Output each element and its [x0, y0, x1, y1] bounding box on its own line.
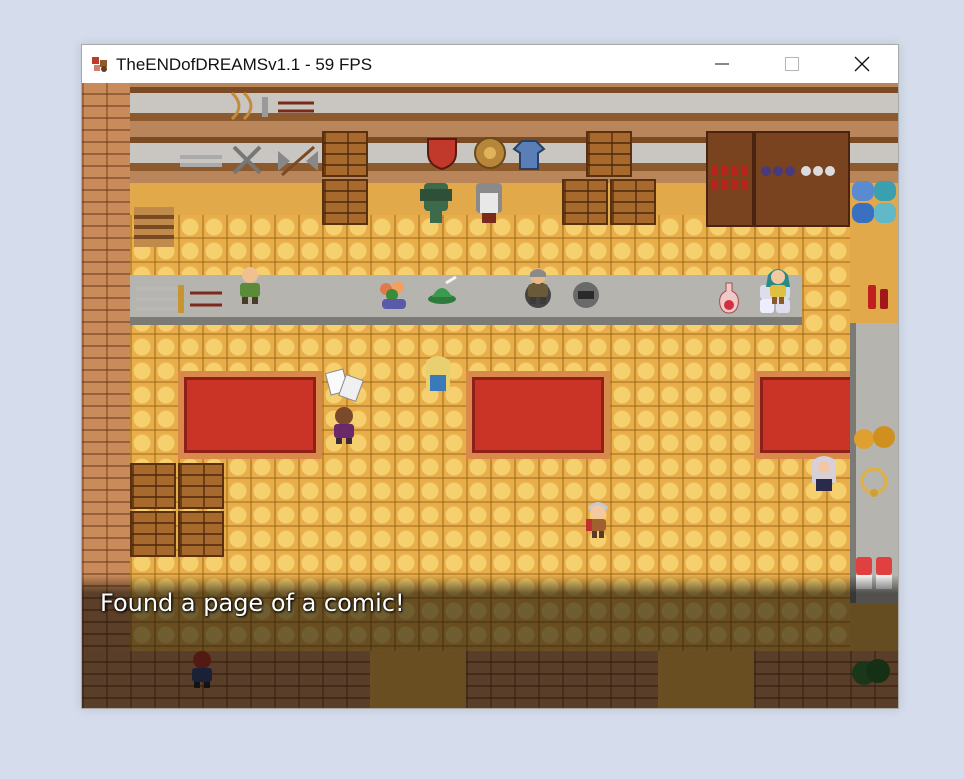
- silver-hair-merchant-sprite[interactable]: [808, 453, 840, 493]
- wooden-crate: [562, 179, 608, 225]
- sword-axe-rack-icon: [180, 145, 318, 177]
- wooden-crate: [322, 179, 368, 225]
- wooden-crate: [610, 179, 656, 225]
- title-bar[interactable]: TheENDofDREAMSv1.1 - 59 FPS: [82, 45, 898, 83]
- game-window: TheENDofDREAMSv1.1 - 59 FPS Found a page…: [81, 44, 899, 709]
- old-armorer-sprite[interactable]: [522, 265, 554, 305]
- wooden-crate: [322, 131, 368, 177]
- wooden-crate: [586, 131, 632, 177]
- maximize-icon: [785, 57, 799, 71]
- brown-hair-customer-sprite[interactable]: [328, 405, 360, 445]
- window-title: TheENDofDREAMSv1.1 - 59 FPS: [116, 55, 373, 74]
- message-text: Found a page of a comic!: [100, 589, 405, 617]
- comic-page-item[interactable]: [324, 367, 368, 405]
- wooden-crate: [130, 511, 176, 557]
- close-icon: [854, 56, 870, 72]
- message-window[interactable]: Found a page of a comic!: [82, 575, 898, 708]
- close-button[interactable]: [828, 45, 896, 83]
- flower-pot-icon: [380, 281, 406, 309]
- wine-bottles-icon: [868, 285, 888, 309]
- game-viewport[interactable]: Found a page of a comic!: [82, 83, 898, 708]
- wooden-crate: [178, 463, 224, 509]
- counter-swords-icon: [136, 285, 222, 313]
- necklace-icon: [860, 467, 888, 497]
- shield-display-icon: [427, 137, 546, 171]
- fabric-rolls-icon: [852, 181, 896, 223]
- wooden-crate: [178, 511, 224, 557]
- minimize-button[interactable]: [688, 45, 756, 83]
- blonde-customer-sprite[interactable]: [422, 355, 454, 395]
- red-rug: [178, 371, 322, 459]
- stairs-icon: [134, 207, 174, 247]
- bottles-icon: [712, 165, 835, 189]
- shop-counter: [130, 275, 802, 325]
- teal-hair-girl-sprite[interactable]: [762, 265, 794, 305]
- gold-bags-icon: [854, 426, 895, 449]
- feathered-hat-icon: [428, 275, 457, 304]
- maximize-button[interactable]: [758, 45, 826, 83]
- armor-display-icon: [420, 183, 502, 223]
- player-hero-sprite[interactable]: [582, 499, 614, 539]
- wooden-crate: [130, 463, 176, 509]
- bow-rack-icon: [230, 91, 314, 121]
- app-icon: [92, 57, 107, 72]
- bald-shopkeeper-sprite[interactable]: [234, 265, 266, 305]
- minimize-icon: [715, 63, 729, 65]
- red-rug: [466, 371, 610, 459]
